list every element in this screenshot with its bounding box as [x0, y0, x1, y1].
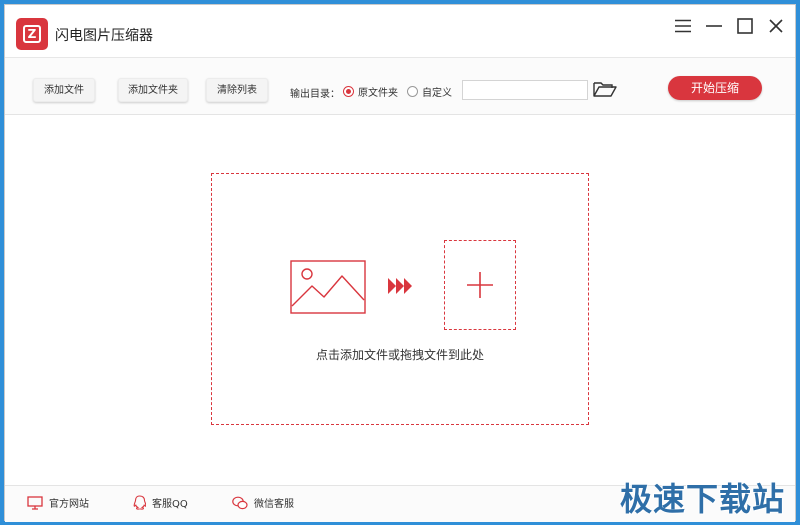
drop-zone[interactable]: 点击添加文件或拖拽文件到此处 [211, 173, 589, 425]
minimize-icon[interactable] [703, 15, 725, 37]
radio-original-folder[interactable]: 原文件夹 [343, 84, 398, 99]
add-file-button[interactable]: 添加文件 [33, 78, 95, 102]
radio-custom-label: 自定义 [422, 88, 452, 99]
monitor-icon [27, 495, 43, 510]
forward-arrows-icon [388, 278, 412, 294]
official-site-label: 官方网站 [49, 499, 89, 510]
logo-frame: Z [23, 25, 41, 43]
maximize-icon[interactable] [734, 15, 756, 37]
output-path-input[interactable] [462, 80, 588, 100]
close-icon[interactable] [765, 15, 787, 37]
title-bar: Z 闪电图片压缩器 [5, 5, 795, 57]
drop-hint-text: 点击添加文件或拖拽文件到此处 [315, 348, 484, 362]
watermark-text: 极速下载站 [620, 480, 786, 518]
wechat-support-link[interactable]: 微信客服 [232, 495, 294, 510]
qq-support-link[interactable]: 客服QQ [133, 495, 188, 510]
folder-open-icon[interactable] [593, 80, 617, 100]
official-site-link[interactable]: 官方网站 [27, 495, 89, 510]
clear-list-button[interactable]: 清除列表 [206, 78, 268, 102]
app-window: Z 闪电图片压缩器 添加文件 添加文件夹 清除列表 输出目录： 原文件夹 自定义 [4, 4, 796, 522]
output-dir-label: 输出目录： [290, 89, 340, 100]
wechat-support-label: 微信客服 [254, 499, 294, 510]
start-compress-button[interactable]: 开始压缩 [668, 76, 762, 100]
radio-button-checked[interactable] [343, 86, 354, 97]
add-placeholder-box[interactable] [444, 240, 516, 330]
add-folder-button[interactable]: 添加文件夹 [118, 78, 188, 102]
logo-mark: Z [27, 27, 37, 41]
app-logo: Z [16, 18, 48, 50]
radio-button[interactable] [407, 86, 418, 97]
qq-icon [133, 495, 146, 510]
app-title: 闪电图片压缩器 [55, 28, 153, 44]
wechat-icon [232, 496, 248, 509]
qq-support-label: 客服QQ [152, 499, 188, 510]
radio-original-folder-label: 原文件夹 [358, 88, 398, 99]
plus-icon [467, 272, 493, 298]
menu-icon[interactable] [672, 15, 694, 37]
toolbar: 添加文件 添加文件夹 清除列表 输出目录： 原文件夹 自定义 开始压缩 [5, 57, 795, 115]
radio-custom[interactable]: 自定义 [407, 84, 452, 99]
main-area: 点击添加文件或拖拽文件到此处 [5, 115, 795, 485]
image-icon [290, 260, 366, 314]
